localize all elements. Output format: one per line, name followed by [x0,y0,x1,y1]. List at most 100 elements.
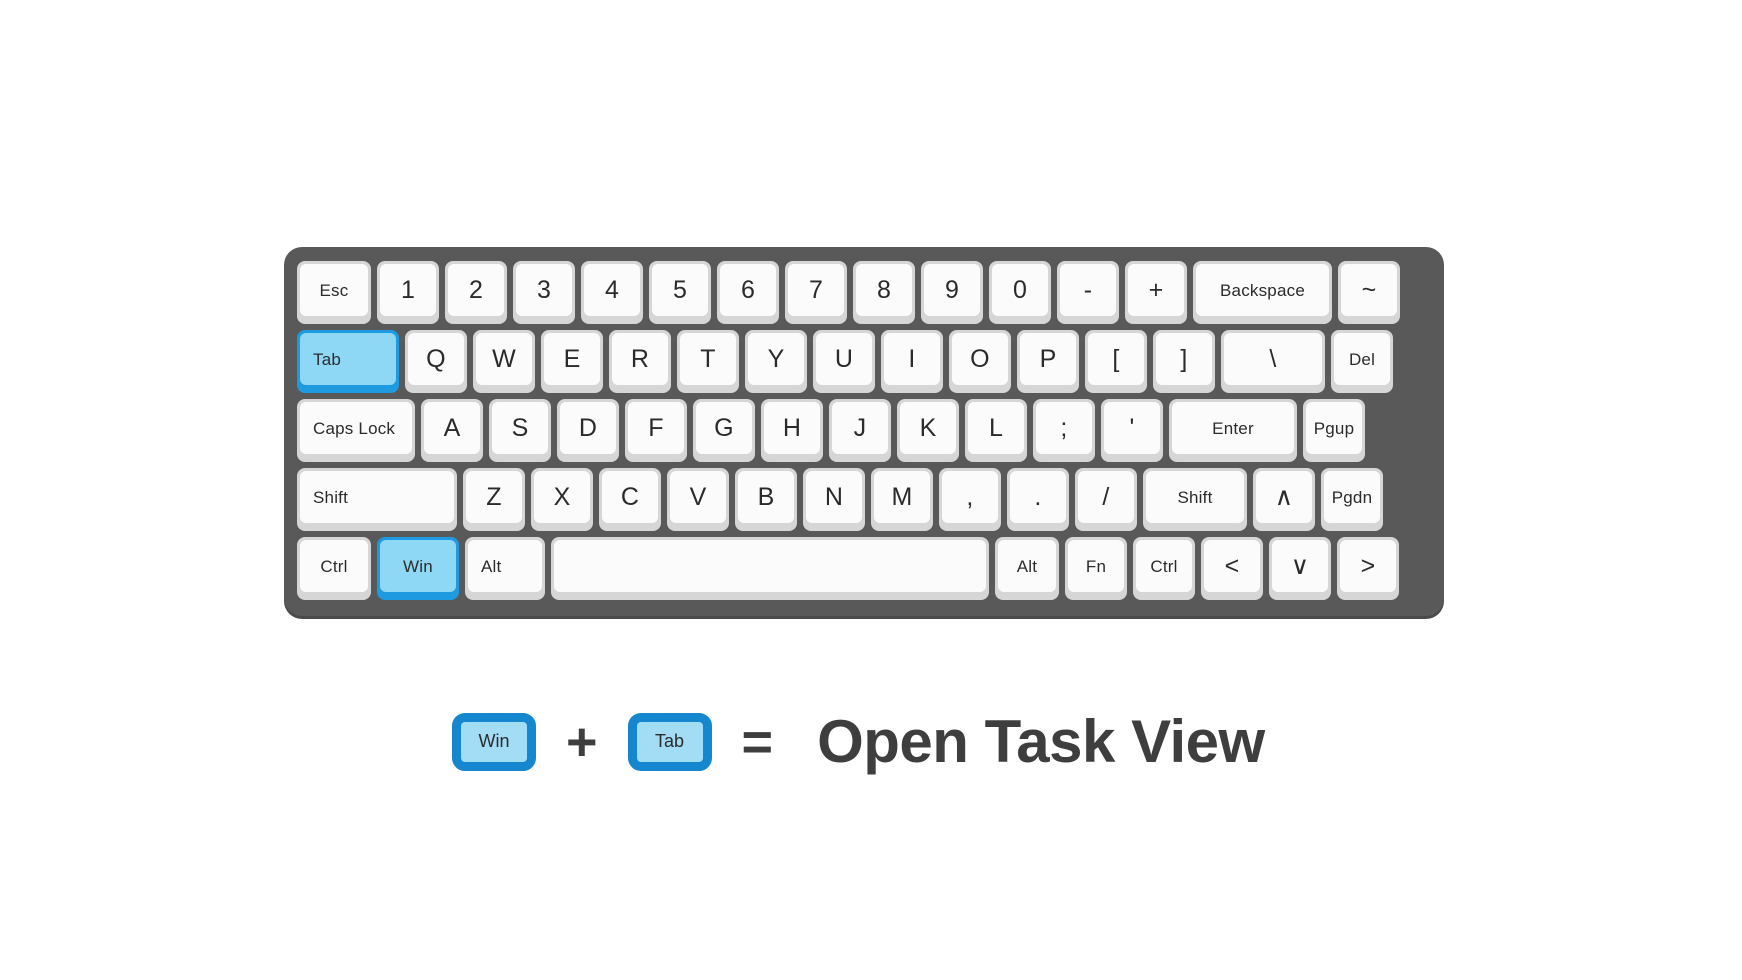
key-fn[interactable]: Fn [1065,537,1127,600]
key-label: > [1360,551,1376,580]
key-face: J [832,402,888,454]
key-caps-lock[interactable]: Caps Lock [297,399,415,462]
key-shift[interactable]: Shift [1143,468,1247,531]
key-label: 5 [672,275,688,304]
key-7[interactable]: 7 [785,261,847,324]
key-label: S [511,413,529,442]
key-2[interactable]: 2 [445,261,507,324]
key-t[interactable]: T [677,330,739,393]
key-space[interactable]: + [1125,261,1187,324]
key-label: Fn [1085,556,1107,576]
key-alt[interactable]: Alt [465,537,545,600]
key-m[interactable]: M [871,468,933,531]
key-face: X [534,471,590,523]
key-x[interactable]: X [531,468,593,531]
key-p[interactable]: P [1017,330,1079,393]
key-w[interactable]: W [473,330,535,393]
key-1[interactable]: 1 [377,261,439,324]
key-s[interactable]: S [489,399,551,462]
key-3[interactable]: 3 [513,261,575,324]
keyboard-row-top-letter-row: Tab Q W E R T Y U I O P [] \ Del [297,330,1431,393]
key-space[interactable]: ' [1101,399,1163,462]
key-label: B [757,482,775,511]
key-j[interactable]: J [829,399,891,462]
key-0[interactable]: 0 [989,261,1051,324]
key-face: Del [1334,333,1390,385]
key-6[interactable]: 6 [717,261,779,324]
legend-key-win[interactable]: Win [452,712,536,771]
key-win[interactable]: Win [377,537,459,600]
key-space[interactable]: > [1337,537,1399,600]
key-space[interactable]: \ [1221,330,1325,393]
key-face: 5 [652,264,708,316]
key-alt[interactable]: Alt [995,537,1059,600]
key-label: / [1102,482,1110,511]
key-face: ; [1036,402,1092,454]
key-pgup[interactable]: Pgup [1303,399,1365,462]
key-space[interactable]: ~ [1338,261,1400,324]
key-9[interactable]: 9 [921,261,983,324]
key-esc[interactable]: Esc [297,261,371,324]
key-ctrl[interactable]: Ctrl [1133,537,1195,600]
key-label: Tab [313,349,342,369]
key-4[interactable]: 4 [581,261,643,324]
key-k[interactable]: K [897,399,959,462]
key-enter[interactable]: Enter [1169,399,1297,462]
key-space[interactable]: , [939,468,1001,531]
key-r[interactable]: R [609,330,671,393]
key-label: ] [1180,344,1188,373]
legend-key-tab[interactable]: Tab [627,712,712,771]
key-c[interactable]: C [599,468,661,531]
key-space[interactable]: < [1201,537,1263,600]
key-space[interactable]: [ [1085,330,1147,393]
key-label: Q [426,344,446,373]
key-space[interactable]: ∨ [1269,537,1331,600]
key-space[interactable]: ; [1033,399,1095,462]
key-space[interactable] [551,537,989,600]
key-space[interactable]: ] [1153,330,1215,393]
key-q[interactable]: Q [405,330,467,393]
key-l[interactable]: L [965,399,1027,462]
key-backspace[interactable]: Backspace [1193,261,1332,324]
key-n[interactable]: N [803,468,865,531]
key-del[interactable]: Del [1331,330,1393,393]
key-face: 1 [380,264,436,316]
key-pgdn[interactable]: Pgdn [1321,468,1383,531]
key-label: < [1224,551,1240,580]
key-tab[interactable]: Tab [297,330,399,393]
key-label: , [966,482,974,511]
key-shift[interactable]: Shift [297,468,457,531]
key-y[interactable]: Y [745,330,807,393]
key-5[interactable]: 5 [649,261,711,324]
key-b[interactable]: B [735,468,797,531]
key-h[interactable]: H [761,399,823,462]
key-face: R [612,333,668,385]
key-label: 4 [604,275,620,304]
key-u[interactable]: U [813,330,875,393]
key-label: Alt [481,556,502,576]
key-z[interactable]: Z [463,468,525,531]
key-g[interactable]: G [693,399,755,462]
key-i[interactable]: I [881,330,943,393]
key-label: ; [1060,413,1068,442]
key-face: Alt [468,540,542,592]
key-label: J [853,413,867,442]
key-f[interactable]: F [625,399,687,462]
key-face: 0 [992,264,1048,316]
key-space[interactable]: / [1075,468,1137,531]
key-space[interactable]: ∧ [1253,468,1315,531]
legend-key-tab-label: Tab [655,731,685,751]
key-space[interactable]: . [1007,468,1069,531]
key-o[interactable]: O [949,330,1011,393]
key-e[interactable]: E [541,330,603,393]
key-face: 4 [584,264,640,316]
key-8[interactable]: 8 [853,261,915,324]
key-ctrl[interactable]: Ctrl [297,537,371,600]
key-v[interactable]: V [667,468,729,531]
key-space[interactable]: - [1057,261,1119,324]
key-label: H [782,413,802,442]
shortcut-result-text: Open Task View [817,708,1265,775]
key-d[interactable]: D [557,399,619,462]
key-a[interactable]: A [421,399,483,462]
key-face: < [1204,540,1260,592]
